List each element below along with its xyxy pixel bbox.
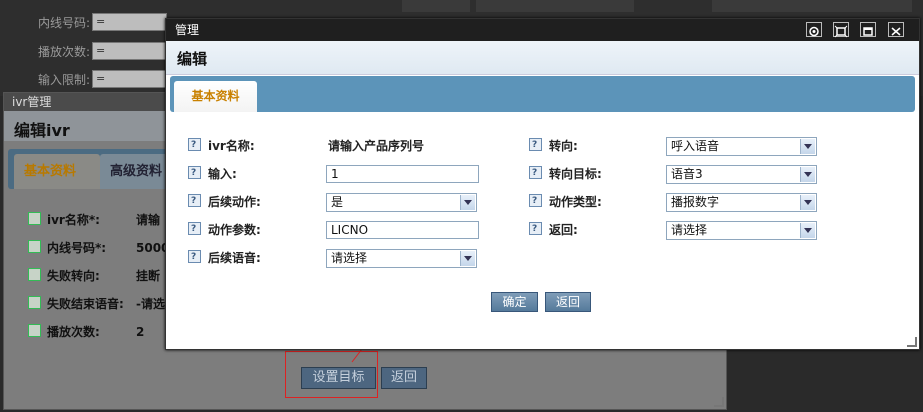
dialog-title: 管理 — [175, 23, 200, 37]
manage-dialog: 管理 编辑 基本资料 ivr名称: 请输入产品序列号 输入: 1 后续动作: 是… — [165, 18, 920, 350]
pin-icon[interactable] — [806, 22, 822, 37]
follow-action-select[interactable]: 是 — [326, 193, 477, 212]
chevron-down-icon[interactable] — [800, 167, 815, 182]
close-icon[interactable] — [888, 22, 904, 37]
help-icon[interactable] — [529, 192, 542, 210]
help-icon[interactable] — [188, 136, 201, 154]
help-icon[interactable] — [188, 164, 201, 182]
resize-grip-icon[interactable] — [907, 337, 917, 347]
label-redirect: 转向: — [529, 136, 578, 155]
redirect-target-select[interactable]: 语音3 — [666, 165, 817, 184]
chevron-down-icon[interactable] — [800, 139, 815, 154]
help-icon[interactable] — [529, 220, 542, 238]
label-redirect-target: 转向目标: — [529, 164, 602, 183]
label-input: 输入: — [188, 164, 237, 183]
confirm-button[interactable]: 确定 — [491, 292, 538, 312]
help-icon[interactable] — [188, 248, 201, 266]
dialog-tab-bar: 基本资料 — [170, 76, 915, 112]
label-action-param: 动作参数: — [188, 220, 261, 239]
dialog-titlebar[interactable]: 管理 — [166, 19, 919, 41]
action-type-select[interactable]: 播报数字 — [666, 193, 817, 212]
help-icon[interactable] — [188, 220, 201, 238]
help-icon[interactable] — [188, 192, 201, 210]
tab-basic-info[interactable]: 基本资料 — [174, 81, 257, 112]
dialog-header: 编辑 — [166, 41, 919, 75]
chevron-down-icon[interactable] — [800, 223, 815, 238]
value-ivr-name: 请输入产品序列号 — [328, 139, 425, 153]
restore-icon[interactable] — [860, 22, 876, 37]
label-ivr-name: ivr名称: — [188, 136, 255, 155]
chevron-down-icon[interactable] — [460, 195, 475, 210]
help-icon[interactable] — [529, 164, 542, 182]
return-select[interactable]: 请选择 — [666, 221, 817, 240]
label-action-type: 动作类型: — [529, 192, 602, 211]
redirect-select[interactable]: 呼入语音 — [666, 137, 817, 156]
action-param-input[interactable]: LICNO — [326, 221, 479, 239]
maximize-icon[interactable] — [833, 22, 849, 38]
chevron-down-icon[interactable] — [460, 251, 475, 266]
input-field[interactable]: 1 — [326, 165, 479, 183]
label-follow-action: 后续动作: — [188, 192, 261, 211]
help-icon[interactable] — [529, 136, 542, 154]
follow-voice-select[interactable]: 请选择 — [326, 249, 477, 268]
chevron-down-icon[interactable] — [800, 195, 815, 210]
dialog-back-button[interactable]: 返回 — [545, 292, 591, 312]
label-follow-voice: 后续语音: — [188, 248, 261, 267]
label-return: 返回: — [529, 220, 578, 239]
